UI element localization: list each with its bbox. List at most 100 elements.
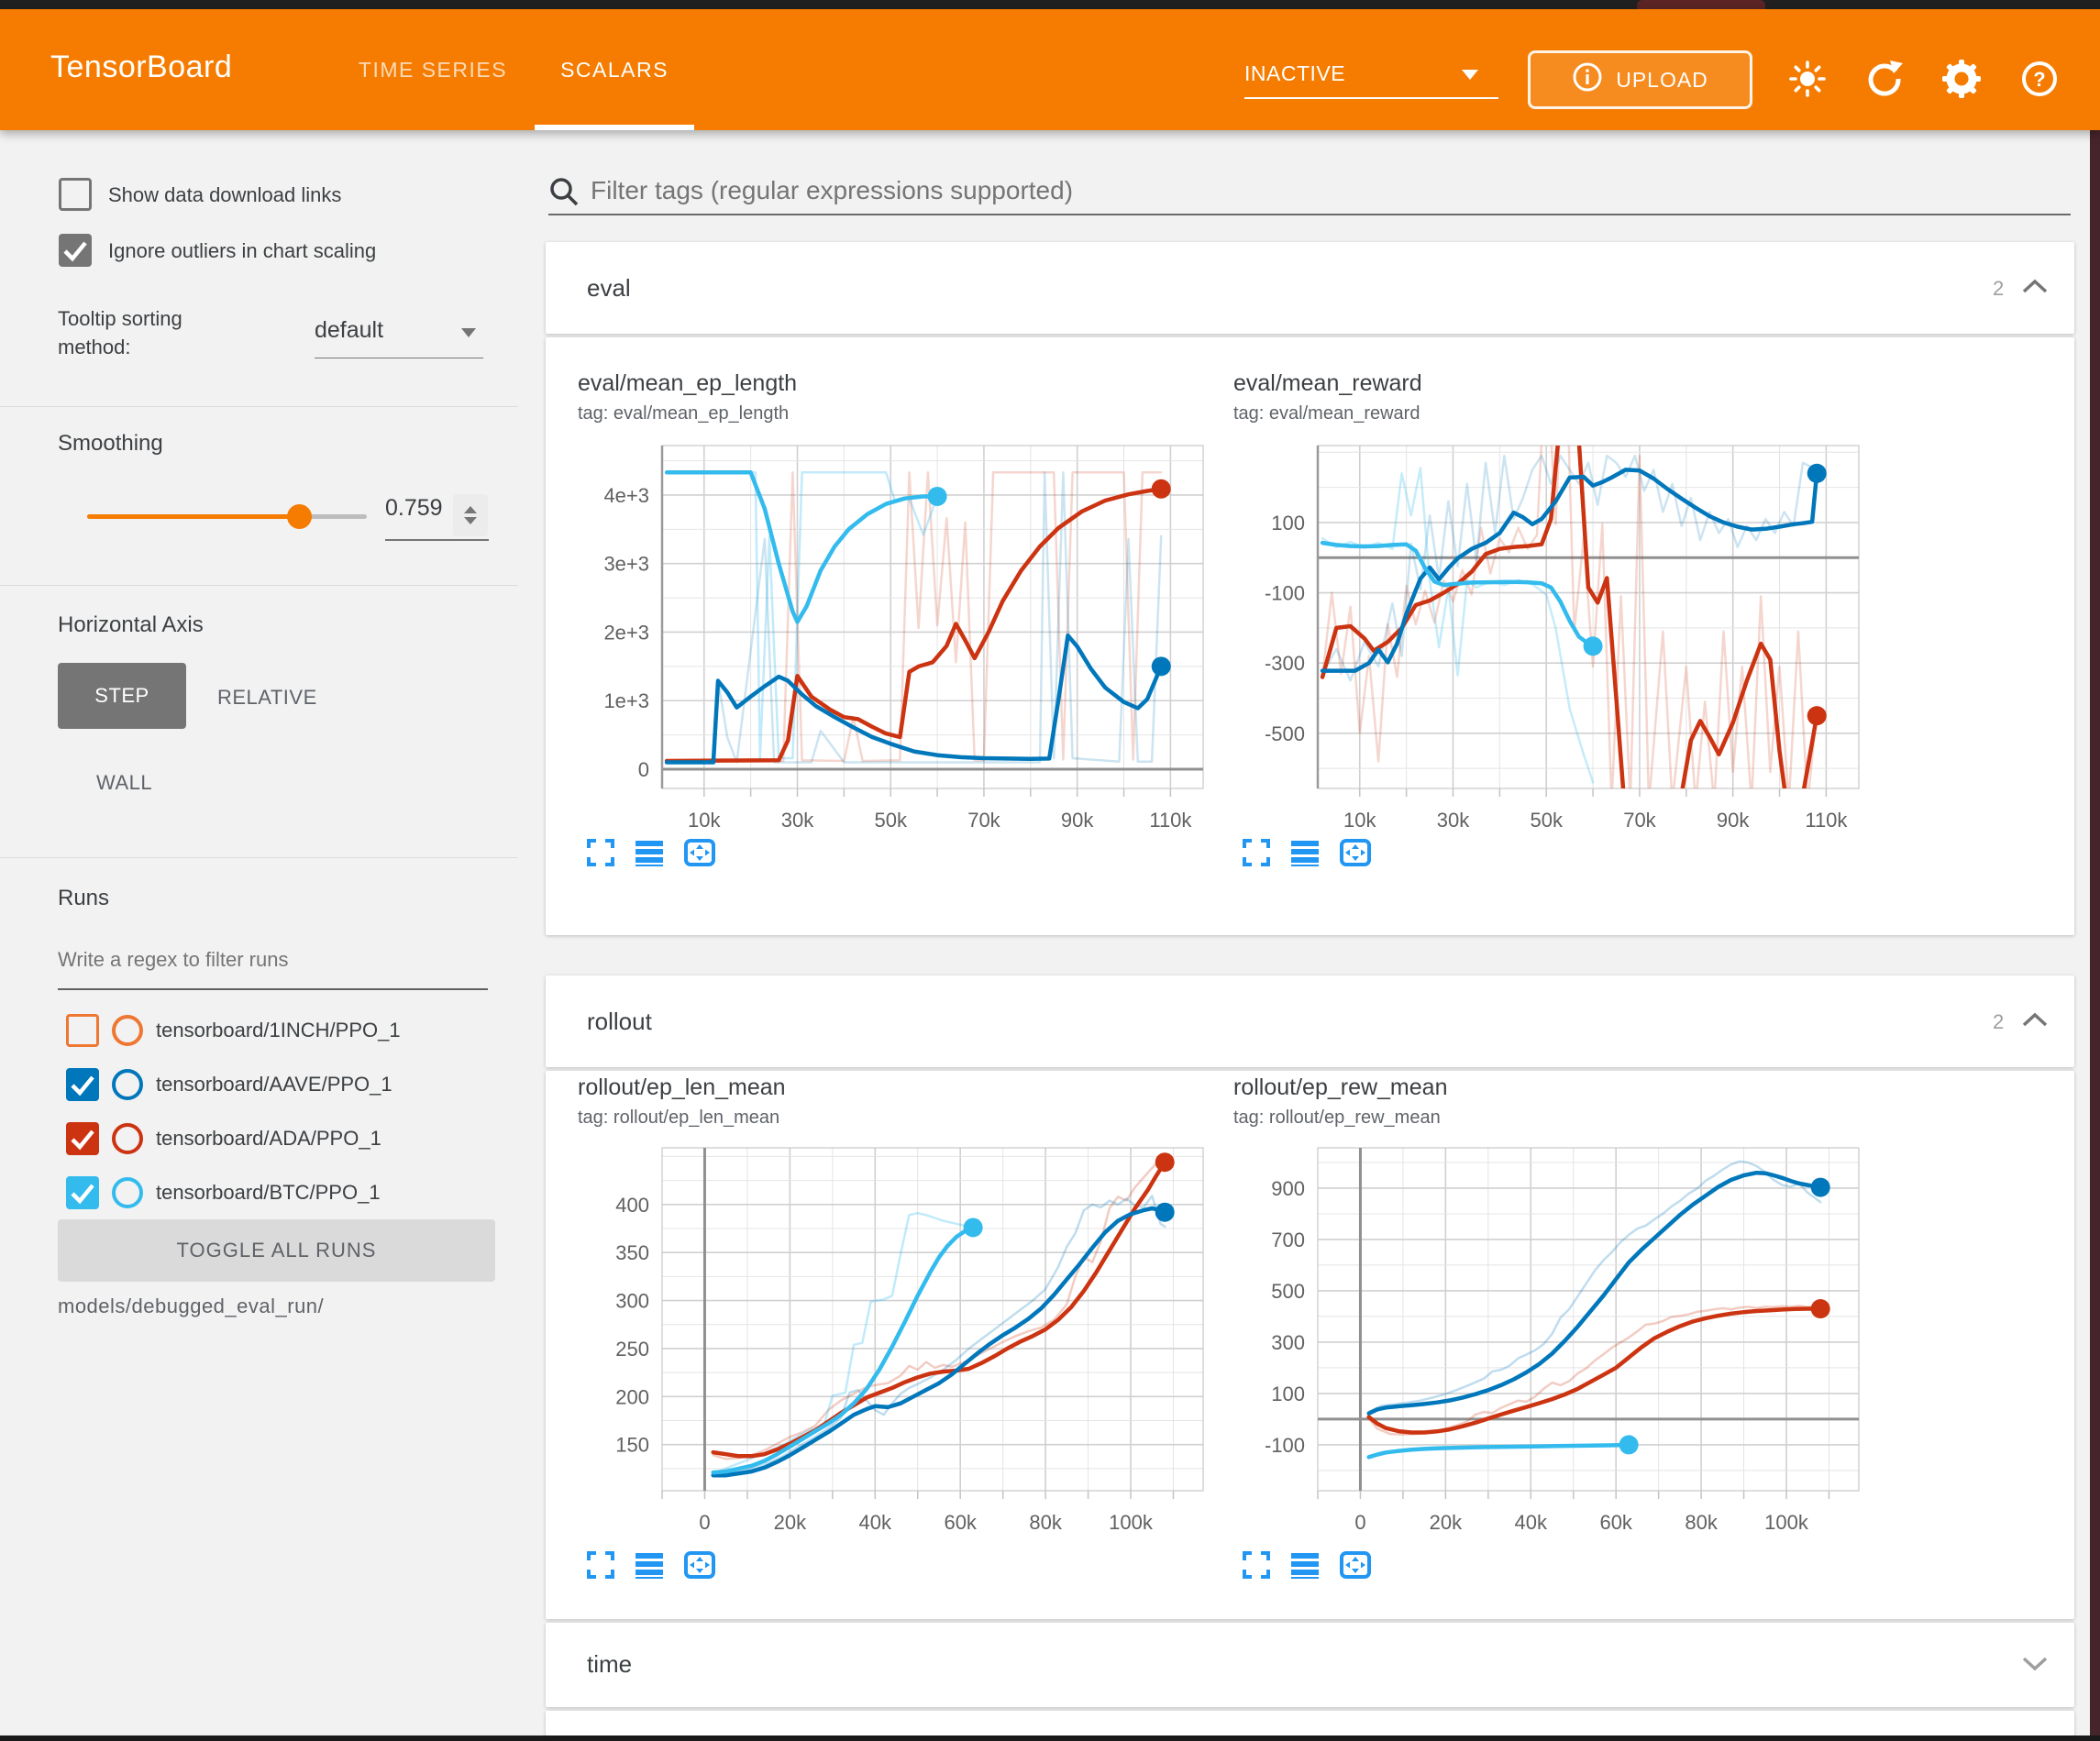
axis-wall-button[interactable]: WALL bbox=[96, 771, 152, 795]
svg-text:-300: -300 bbox=[1265, 652, 1305, 675]
stepper-up-icon[interactable] bbox=[464, 506, 477, 513]
scrollbar[interactable] bbox=[2090, 28, 2100, 1741]
status-dropdown[interactable]: INACTIVE bbox=[1244, 53, 1498, 99]
svg-text:100k: 100k bbox=[1764, 1511, 1809, 1534]
svg-text:60k: 60k bbox=[1599, 1511, 1632, 1534]
chart-title: eval/mean_reward bbox=[1233, 370, 1422, 397]
refresh-icon[interactable] bbox=[1864, 59, 1905, 99]
upload-button[interactable]: UPLOAD bbox=[1528, 50, 1752, 109]
runs-filter-underline bbox=[58, 988, 488, 990]
svg-text:200: 200 bbox=[615, 1385, 649, 1408]
run-label: tensorboard/BTC/PPO_1 bbox=[156, 1181, 381, 1205]
run-row: tensorboard/ADA/PPO_1 bbox=[0, 1118, 518, 1159]
chart-tag: tag: eval/mean_reward bbox=[1233, 403, 1420, 424]
svg-text:0: 0 bbox=[1354, 1511, 1365, 1534]
chart-tag: tag: eval/mean_ep_length bbox=[578, 403, 789, 424]
browser-tab-accent bbox=[1637, 0, 1765, 9]
svg-text:250: 250 bbox=[615, 1338, 649, 1361]
chevron-up-icon[interactable] bbox=[2020, 277, 2050, 302]
section-title: time bbox=[587, 1650, 632, 1679]
run-color-radio[interactable] bbox=[112, 1015, 143, 1046]
svg-text:300: 300 bbox=[1271, 1331, 1305, 1354]
fit-domain-icon[interactable] bbox=[1340, 839, 1371, 871]
fit-domain-icon[interactable] bbox=[684, 839, 715, 871]
run-color-radio[interactable] bbox=[112, 1177, 143, 1208]
help-icon[interactable]: ? bbox=[2019, 59, 2060, 99]
data-table-icon[interactable] bbox=[635, 839, 664, 871]
svg-text:50k: 50k bbox=[1530, 809, 1563, 832]
ignore-outliers-checkbox[interactable] bbox=[59, 234, 92, 267]
show-download-links-checkbox[interactable] bbox=[59, 178, 92, 211]
tab-time-series[interactable]: TIME SERIES bbox=[352, 9, 514, 130]
svg-text:90k: 90k bbox=[1061, 809, 1094, 832]
smoothing-value[interactable]: 0.759 bbox=[385, 495, 443, 522]
svg-text:100k: 100k bbox=[1109, 1511, 1154, 1534]
brightness-icon[interactable] bbox=[1787, 59, 1828, 99]
svg-text:40k: 40k bbox=[1515, 1511, 1548, 1534]
svg-text:1e+3: 1e+3 bbox=[603, 689, 649, 712]
smoothing-stepper[interactable] bbox=[453, 494, 488, 536]
run-color-radio[interactable] bbox=[112, 1123, 143, 1154]
section-count: 2 bbox=[1993, 1010, 2004, 1034]
svg-text:4e+3: 4e+3 bbox=[603, 484, 649, 507]
run-checkbox[interactable] bbox=[66, 1014, 99, 1047]
fullscreen-icon[interactable] bbox=[1243, 1551, 1270, 1583]
svg-text:-500: -500 bbox=[1265, 722, 1305, 745]
line-chart-eval-mean-reward[interactable]: 100-100-300-50010k30k50k70k90k110k bbox=[1226, 431, 1882, 848]
axis-step-button[interactable]: STEP bbox=[58, 663, 186, 729]
section-header-eval[interactable]: eval 2 bbox=[546, 242, 2074, 334]
chevron-down-icon[interactable] bbox=[2020, 1653, 2050, 1678]
runs-base-path: models/debugged_eval_run/ bbox=[58, 1295, 324, 1318]
active-tab-underline bbox=[535, 125, 694, 130]
chart-tag: tag: rollout/ep_rew_mean bbox=[1233, 1107, 1441, 1129]
smoothing-underline bbox=[385, 539, 489, 541]
svg-text:700: 700 bbox=[1271, 1229, 1305, 1251]
run-checkbox[interactable] bbox=[66, 1068, 99, 1101]
chart-title: rollout/ep_rew_mean bbox=[1233, 1074, 1447, 1101]
fullscreen-icon[interactable] bbox=[587, 839, 614, 871]
data-table-icon[interactable] bbox=[1290, 839, 1320, 871]
chevron-up-icon[interactable] bbox=[2020, 1010, 2050, 1035]
show-download-links-label: Show data download links bbox=[108, 183, 341, 207]
smoothing-label: Smoothing bbox=[58, 431, 163, 457]
horizontal-axis-label: Horizontal Axis bbox=[58, 612, 204, 638]
section-header-partial bbox=[546, 1711, 2074, 1735]
tooltip-sorting-select[interactable]: default bbox=[315, 317, 483, 358]
run-color-radio[interactable] bbox=[112, 1069, 143, 1100]
fit-domain-icon[interactable] bbox=[1340, 1551, 1371, 1583]
svg-text:100: 100 bbox=[1271, 1383, 1305, 1405]
app-header: TensorBoard TIME SERIES SCALARS INACTIVE… bbox=[0, 9, 2100, 130]
line-chart-eval-mean-ep-length[interactable]: 4e+33e+32e+31e+3010k30k50k70k90k110k bbox=[570, 431, 1226, 848]
toggle-all-runs-button[interactable]: TOGGLE ALL RUNS bbox=[58, 1219, 495, 1282]
section-header-rollout[interactable]: rollout 2 bbox=[546, 975, 2074, 1067]
data-table-icon[interactable] bbox=[635, 1551, 664, 1583]
svg-text:80k: 80k bbox=[1685, 1511, 1718, 1534]
smoothing-slider-handle[interactable] bbox=[287, 504, 312, 529]
fullscreen-icon[interactable] bbox=[587, 1551, 614, 1583]
runs-filter-input[interactable]: Write a regex to filter runs bbox=[58, 948, 288, 972]
svg-text:30k: 30k bbox=[1437, 809, 1470, 832]
section-header-time[interactable]: time bbox=[546, 1623, 2074, 1707]
filter-tags-underline bbox=[548, 214, 2071, 215]
data-table-icon[interactable] bbox=[1290, 1551, 1320, 1583]
run-checkbox[interactable] bbox=[66, 1122, 99, 1155]
line-chart-rollout-ep-len-mean[interactable]: 400350300250200150020k40k60k80k100k bbox=[570, 1133, 1226, 1550]
app-title: TensorBoard bbox=[50, 50, 232, 85]
stepper-down-icon[interactable] bbox=[464, 517, 477, 524]
fit-domain-icon[interactable] bbox=[684, 1551, 715, 1583]
axis-relative-button[interactable]: RELATIVE bbox=[217, 686, 317, 710]
settings-gear-icon[interactable] bbox=[1941, 59, 1982, 99]
fullscreen-icon[interactable] bbox=[1243, 839, 1270, 871]
chart-title: rollout/ep_len_mean bbox=[578, 1074, 786, 1101]
svg-text:350: 350 bbox=[615, 1241, 649, 1264]
filter-tags-input[interactable]: Filter tags (regular expressions support… bbox=[591, 176, 1073, 205]
svg-text:10k: 10k bbox=[1343, 809, 1376, 832]
run-checkbox[interactable] bbox=[66, 1176, 99, 1209]
run-row: tensorboard/1INCH/PPO_1 bbox=[0, 1010, 518, 1051]
line-chart-rollout-ep-rew-mean[interactable]: 900700500300100-100020k40k60k80k100k bbox=[1226, 1133, 1882, 1550]
run-row: tensorboard/BTC/PPO_1 bbox=[0, 1173, 518, 1213]
svg-text:0: 0 bbox=[699, 1511, 710, 1534]
tab-scalars[interactable]: SCALARS bbox=[547, 9, 682, 130]
chevron-down-icon bbox=[1462, 70, 1478, 80]
run-label: tensorboard/AAVE/PPO_1 bbox=[156, 1073, 392, 1096]
